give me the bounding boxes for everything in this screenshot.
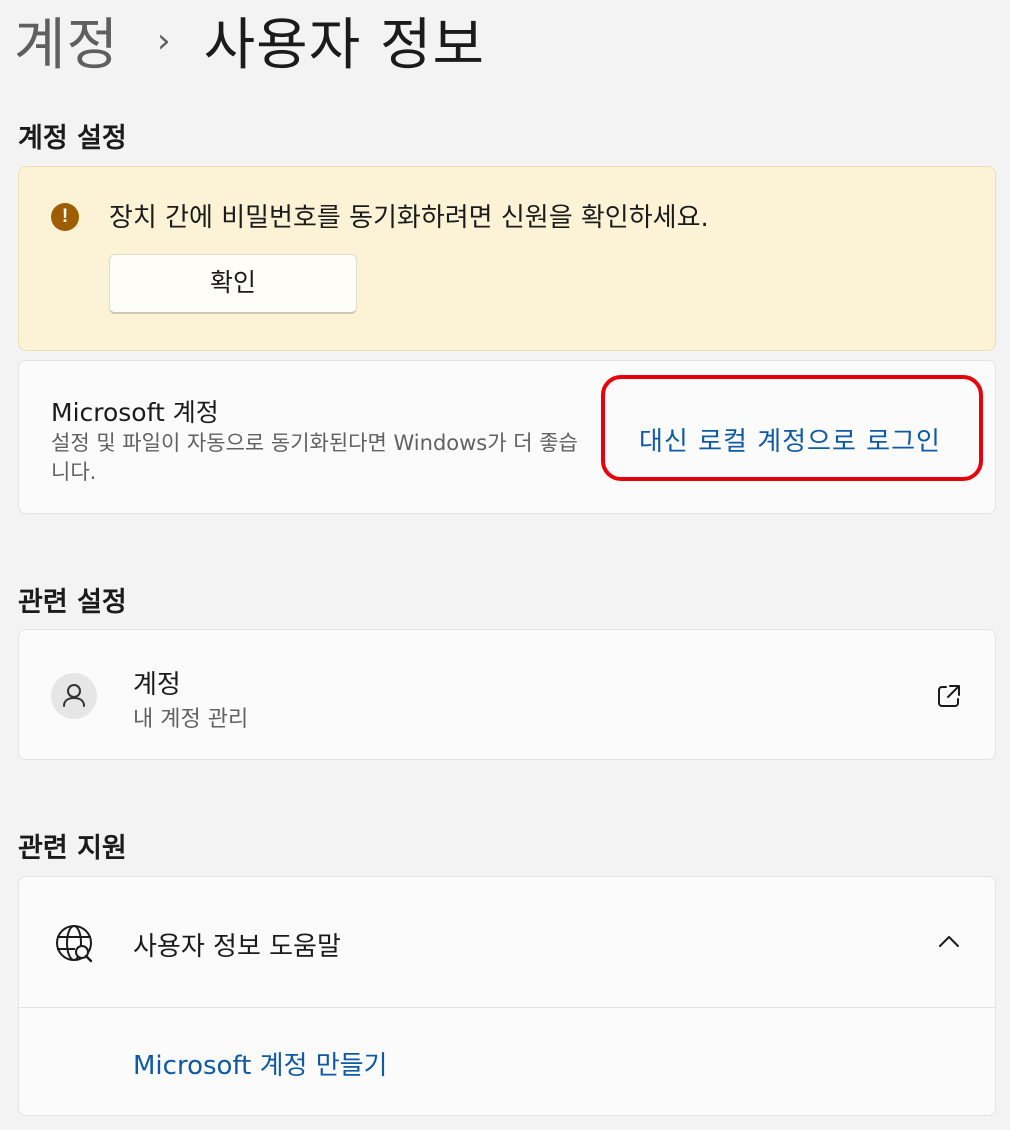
microsoft-account-card: Microsoft 계정 설정 및 파일이 자동으로 동기화된다면 Window… <box>18 360 996 514</box>
chevron-up-icon[interactable] <box>937 933 961 949</box>
accounts-item-subtitle: 내 계정 관리 <box>133 707 249 732</box>
sign-in-local-account-link[interactable]: 대신 로컬 계정으로 로그인 <box>639 421 941 458</box>
external-link-icon[interactable] <box>935 682 963 710</box>
verify-identity-banner: ! 장치 간에 비밀번호를 동기화하려면 신원을 확인하세요. 확인 <box>18 166 996 351</box>
help-expander-title: 사용자 정보 도움말 <box>133 932 341 962</box>
verify-button[interactable]: 확인 <box>109 254 357 314</box>
accounts-item-title: 계정 <box>133 670 181 700</box>
person-icon <box>51 673 97 719</box>
breadcrumb: 계정 › 사용자 정보 <box>14 4 485 78</box>
microsoft-account-description: 설정 및 파일이 자동으로 동기화된다면 Windows가 더 좋습니다. <box>51 431 578 484</box>
warning-icon: ! <box>51 203 79 231</box>
microsoft-account-title: Microsoft 계정 <box>51 398 219 427</box>
section-heading-account-settings: 계정 설정 <box>18 123 127 154</box>
accounts-setting-item[interactable]: 계정 내 계정 관리 <box>18 629 996 760</box>
breadcrumb-separator: › <box>157 21 172 61</box>
help-expander-header[interactable]: 사용자 정보 도움말 <box>19 877 995 1008</box>
help-expander: 사용자 정보 도움말 Microsoft 계정 만들기 <box>18 876 996 1116</box>
section-heading-related-settings: 관련 설정 <box>18 587 127 618</box>
banner-message: 장치 간에 비밀번호를 동기화하려면 신원을 확인하세요. <box>109 203 709 233</box>
page-title: 사용자 정보 <box>203 12 486 78</box>
settings-page: 계정 › 사용자 정보 계정 설정 ! 장치 간에 비밀번호를 동기화하려면 신… <box>0 0 1010 1130</box>
create-microsoft-account-link[interactable]: Microsoft 계정 만들기 <box>133 1045 387 1082</box>
section-heading-related-support: 관련 지원 <box>18 833 127 864</box>
globe-search-icon <box>56 925 93 963</box>
breadcrumb-parent[interactable]: 계정 <box>14 0 119 81</box>
